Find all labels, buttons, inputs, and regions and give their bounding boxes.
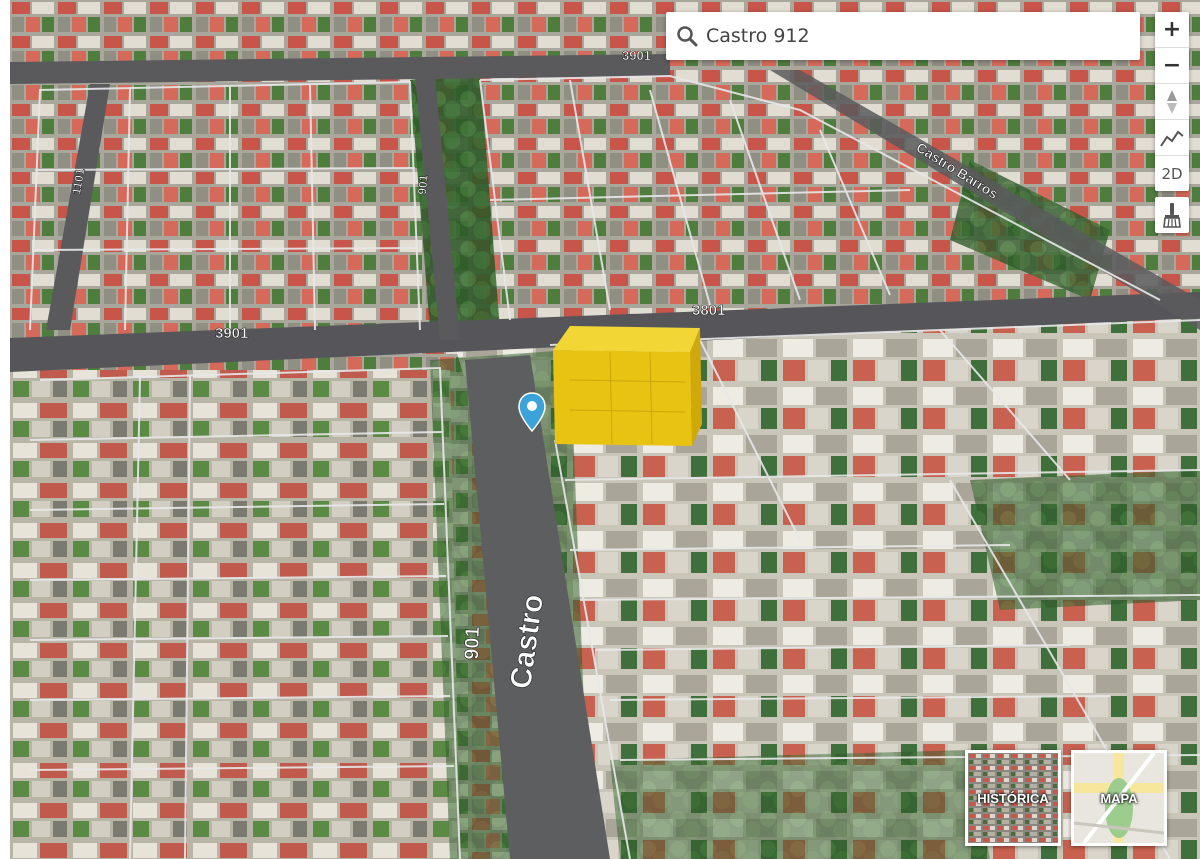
- elevation-profile-icon: [1160, 130, 1184, 147]
- search-input[interactable]: [706, 25, 1126, 47]
- elevation-profile-button[interactable]: [1155, 120, 1189, 156]
- layer-mapa-label: MAPA: [1100, 791, 1138, 806]
- broom-icon: [1163, 203, 1181, 228]
- tree-canopy: [970, 470, 1200, 610]
- street-number-mid: 901: [415, 174, 431, 195]
- layer-historica[interactable]: HISTÓRICA: [965, 750, 1061, 846]
- layer-historica-label: HISTÓRICA: [977, 791, 1049, 806]
- street-number-castro: 901: [461, 626, 484, 660]
- street-number-cross-east: 3801: [692, 302, 725, 319]
- tree-canopy: [610, 750, 990, 859]
- west-blocks-texture: [10, 370, 460, 859]
- search-bar[interactable]: [666, 12, 1140, 60]
- street-number-upper-cross: 3901: [622, 48, 651, 63]
- search-icon[interactable]: [674, 23, 700, 49]
- compass-icon: [1167, 89, 1177, 114]
- zoom-in-button[interactable]: +: [1155, 12, 1189, 48]
- toggle-2d-button[interactable]: 2D: [1155, 156, 1189, 191]
- street-number-cross-west: 3901: [215, 325, 248, 342]
- clear-tool-button[interactable]: [1155, 197, 1189, 233]
- layer-mapa[interactable]: MAPA: [1071, 750, 1167, 846]
- map-controls: + − 2D: [1155, 12, 1189, 191]
- compass-button[interactable]: [1155, 84, 1189, 120]
- aerial-map-view[interactable]: Castro 901 3901 3801 3901 1101 901 Castr…: [10, 0, 1200, 859]
- map-canvas[interactable]: Castro 901 3901 3801 3901 1101 901 Castr…: [10, 0, 1200, 859]
- highlighted-parcel-extrusion[interactable]: [553, 326, 702, 446]
- zoom-out-button[interactable]: −: [1155, 48, 1189, 84]
